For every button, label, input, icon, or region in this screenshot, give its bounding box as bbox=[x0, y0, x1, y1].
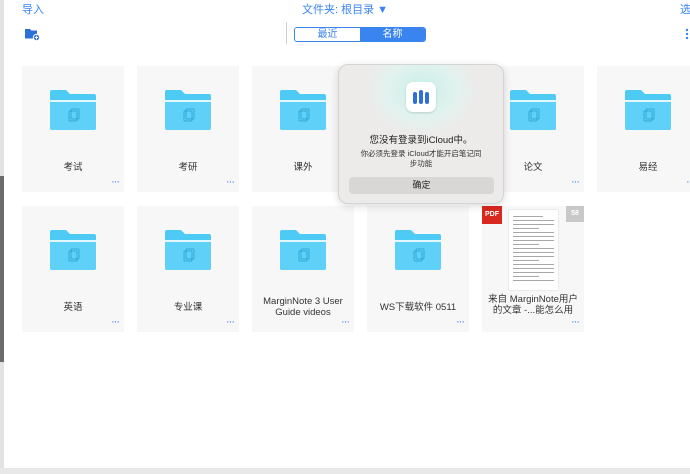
sort-segmented-control: 最近 名称 bbox=[294, 27, 426, 42]
dialog-message: 你必须先登录 iCloud才能开启笔记同步功能 bbox=[360, 149, 482, 168]
document-text-line bbox=[513, 216, 543, 217]
item-more-button[interactable]: ··· bbox=[571, 176, 580, 188]
dialog-ok-button[interactable]: 确定 bbox=[349, 177, 494, 194]
document-text-line bbox=[513, 248, 554, 249]
folder-name: WS下载软件 0511 bbox=[379, 302, 457, 313]
folder-name: 专业课 bbox=[173, 302, 203, 313]
folder-title[interactable]: 文件夹: 根目录 ▼ bbox=[0, 1, 690, 17]
folder-icon bbox=[278, 88, 328, 132]
document-text-line bbox=[513, 232, 554, 233]
item-more-button[interactable]: ··· bbox=[111, 176, 120, 188]
document-thumbnail bbox=[509, 210, 558, 290]
document-text-line bbox=[513, 236, 554, 237]
item-more-button[interactable]: ··· bbox=[226, 316, 235, 328]
bottom-edge-bar bbox=[0, 468, 690, 474]
document-text-line bbox=[513, 264, 554, 265]
folder-name: 英语 bbox=[63, 302, 83, 313]
folder-icon bbox=[48, 228, 98, 272]
folder-name: MarginNote 3 User Guide videos bbox=[263, 296, 343, 318]
tab-name[interactable]: 名称 bbox=[360, 28, 425, 41]
more-vertical-icon[interactable] bbox=[684, 27, 690, 41]
document-text-line bbox=[513, 240, 554, 241]
new-folder-icon[interactable] bbox=[24, 27, 40, 41]
folder-card[interactable]: 英语 ··· bbox=[22, 206, 124, 332]
item-more-button[interactable]: ··· bbox=[341, 316, 350, 328]
item-more-button[interactable]: ··· bbox=[226, 176, 235, 188]
item-more-button[interactable]: ··· bbox=[111, 316, 120, 328]
select-button[interactable]: 选 bbox=[680, 1, 690, 17]
dialog-title: 您没有登录到iCloud中。 bbox=[369, 135, 473, 146]
document-text-line bbox=[513, 228, 539, 229]
divider bbox=[286, 22, 287, 44]
item-more-button[interactable]: ··· bbox=[571, 316, 580, 328]
document-text-line bbox=[513, 224, 554, 225]
folder-icon bbox=[48, 88, 98, 132]
folder-card[interactable]: 考研 ··· bbox=[137, 66, 239, 192]
document-text-line bbox=[513, 272, 554, 273]
folder-card[interactable]: 易经 ··· bbox=[597, 66, 690, 192]
folder-card[interactable]: MarginNote 3 User Guide videos ··· bbox=[252, 206, 354, 332]
pdf-badge: PDF bbox=[482, 206, 502, 224]
top-toolbar: 导入 文件夹: 根目录 ▼ 选 bbox=[0, 0, 690, 18]
folder-card[interactable]: WS下载软件 0511 ··· bbox=[367, 206, 469, 332]
document-text-line bbox=[513, 244, 539, 245]
document-text-line bbox=[513, 256, 554, 257]
page-count-badge: 58 bbox=[566, 206, 584, 222]
folder-icon bbox=[163, 88, 213, 132]
item-more-button[interactable]: ··· bbox=[686, 176, 690, 188]
folder-name: 课外 bbox=[293, 162, 313, 173]
folder-card[interactable]: 专业课 ··· bbox=[137, 206, 239, 332]
document-text-line bbox=[513, 276, 539, 277]
folder-icon bbox=[278, 228, 328, 272]
document-text-line bbox=[513, 268, 554, 269]
folder-icon bbox=[508, 88, 558, 132]
folder-title-label[interactable]: 文件夹: 根目录 ▼ bbox=[302, 4, 388, 16]
left-edge-bar bbox=[0, 0, 4, 474]
folder-icon bbox=[163, 228, 213, 272]
folder-name: 考试 bbox=[63, 162, 83, 173]
folder-icon bbox=[623, 88, 673, 132]
tab-recent[interactable]: 最近 bbox=[295, 28, 360, 41]
document-name: 来自 MarginNote用户的文章 -...能怎么用 bbox=[488, 294, 578, 316]
document-text-line bbox=[513, 280, 554, 281]
icloud-alert-dialog: 您没有登录到iCloud中。 你必须先登录 iCloud才能开启笔记同步功能 确… bbox=[338, 64, 504, 204]
folder-name: 易经 bbox=[638, 162, 658, 173]
marginnote-app-icon bbox=[406, 82, 436, 112]
folder-icon bbox=[393, 228, 443, 272]
item-more-button[interactable]: ··· bbox=[456, 316, 465, 328]
document-text-line bbox=[513, 220, 554, 221]
document-text-line bbox=[513, 252, 554, 253]
folder-card[interactable]: 考试 ··· bbox=[22, 66, 124, 192]
folder-name: 考研 bbox=[178, 162, 198, 173]
document-text-line bbox=[513, 260, 539, 261]
document-card[interactable]: PDF 58 来自 MarginNote用户的文章 -...能怎么用 ··· bbox=[482, 206, 584, 332]
